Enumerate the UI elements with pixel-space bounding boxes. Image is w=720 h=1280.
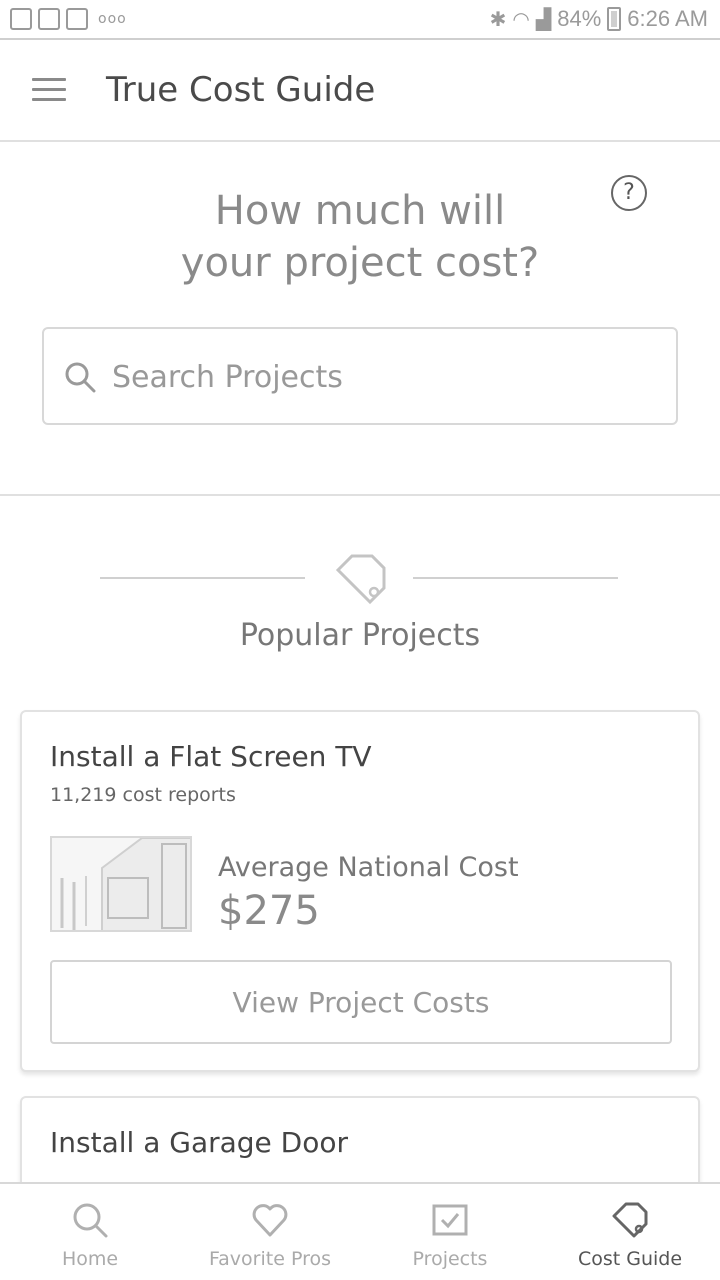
- divider-line-left: [100, 577, 305, 579]
- average-cost-label: Average National Cost: [218, 852, 519, 883]
- heart-icon: [252, 1204, 288, 1237]
- search-icon: [73, 1203, 108, 1238]
- battery-percent: 84%: [557, 6, 602, 31]
- notification-icon: [38, 8, 60, 30]
- view-project-costs-button[interactable]: View Project Costs: [50, 960, 672, 1044]
- hero-title-line1: How much will: [214, 188, 506, 234]
- average-cost-value: $275: [218, 888, 320, 934]
- tag-icon: [335, 554, 386, 605]
- notification-icon: [10, 8, 32, 30]
- nav-label-home: Home: [61, 1248, 119, 1270]
- checklist-icon: [432, 1204, 468, 1236]
- overflow-dots: ooo: [98, 11, 127, 27]
- project-title: Install a Garage Door: [50, 1126, 349, 1159]
- nav-item-favorite-pros[interactable]: Favorite Pros: [180, 1184, 360, 1280]
- wifi-icon: ◠: [512, 8, 530, 31]
- bluetooth-icon: ✱: [489, 8, 507, 31]
- status-bar: ooo ✱ ◠ ▟ 84% 6:26 AM: [0, 0, 720, 40]
- nav-item-home[interactable]: Home: [0, 1184, 180, 1280]
- hero-title-line2: your project cost?: [180, 240, 540, 286]
- tv-install-image: [52, 838, 190, 930]
- tag-icon: [612, 1202, 648, 1238]
- hamburger-menu-icon[interactable]: [32, 78, 66, 102]
- section-divider: [0, 494, 720, 496]
- clock: 6:26 AM: [627, 6, 708, 31]
- search-icon: [65, 362, 96, 393]
- hero-title: How much will your project cost?: [60, 185, 660, 289]
- search-box[interactable]: [42, 327, 678, 425]
- bottom-navigation: Home Favorite Pros Projects Cost Guide: [0, 1182, 720, 1280]
- project-title: Install a Flat Screen TV: [50, 740, 372, 773]
- nav-item-projects[interactable]: Projects: [360, 1184, 540, 1280]
- signal-icon: ▟: [535, 8, 552, 31]
- battery-icon: [607, 7, 622, 31]
- nav-label-cost-guide: Cost Guide: [577, 1248, 683, 1270]
- divider-line-right: [413, 577, 618, 579]
- app-title: True Cost Guide: [106, 70, 376, 110]
- project-thumbnail: [50, 836, 192, 932]
- nav-label-favorite-pros: Favorite Pros: [208, 1248, 331, 1270]
- system-status: ✱ ◠ ▟ 84% 6:26 AM: [490, 6, 708, 32]
- notification-icons: ooo: [10, 8, 127, 30]
- search-input[interactable]: [112, 353, 652, 401]
- project-card[interactable]: Install a Flat Screen TV 11,219 cost rep…: [20, 710, 700, 1072]
- app-bar: True Cost Guide: [0, 42, 720, 142]
- mail-icon: [66, 8, 88, 30]
- nav-item-cost-guide[interactable]: Cost Guide: [540, 1184, 720, 1280]
- nav-label-projects: Projects: [412, 1248, 488, 1270]
- cost-reports-count: 11,219 cost reports: [50, 784, 236, 806]
- popular-projects-title: Popular Projects: [239, 618, 481, 653]
